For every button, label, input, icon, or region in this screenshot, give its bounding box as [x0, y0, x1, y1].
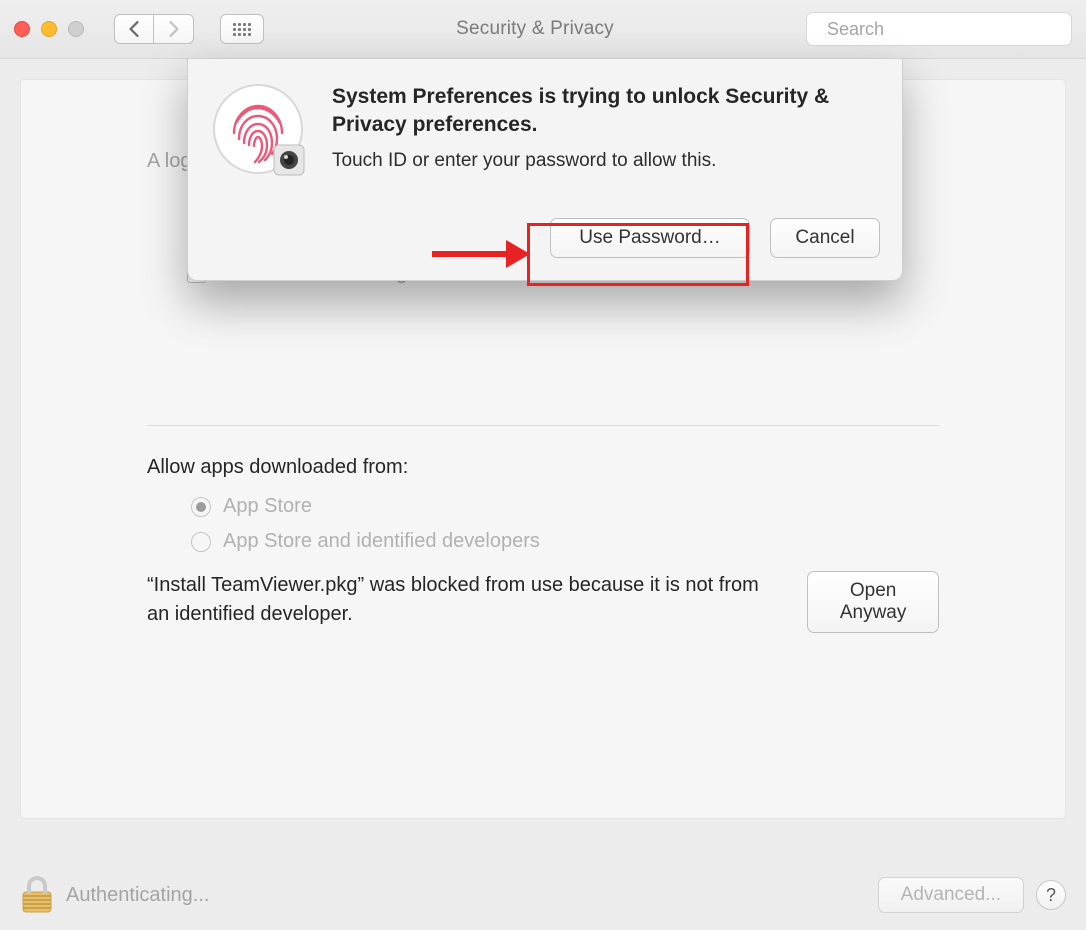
close-window-icon[interactable]: [14, 21, 30, 37]
auth-dialog-buttons: Use Password… Cancel: [332, 218, 880, 258]
footer-status: Authenticating...: [66, 884, 866, 907]
touch-id-icon: [212, 83, 308, 179]
radio-identified: [191, 532, 211, 552]
auth-dialog-heading: System Preferences is trying to unlock S…: [332, 83, 880, 140]
nav-buttons: [114, 14, 194, 44]
radio-identified-label: App Store and identified developers: [223, 530, 540, 553]
cancel-button[interactable]: Cancel: [770, 218, 880, 258]
auth-dialog-subtext: Touch ID or enter your password to allow…: [332, 150, 880, 172]
radio-app-store-label: App Store: [223, 495, 312, 518]
allow-apps-section: Allow apps downloaded from: App Store Ap…: [147, 456, 939, 633]
allow-option-identified: App Store and identified developers: [147, 530, 939, 553]
auth-dialog-body: System Preferences is trying to unlock S…: [332, 83, 880, 258]
advanced-button: Advanced...: [878, 877, 1024, 913]
window-controls: [14, 21, 84, 37]
blocked-app-row: “Install TeamViewer.pkg” was blocked fro…: [147, 571, 939, 633]
allow-option-app-store: App Store: [147, 495, 939, 518]
grid-icon: [233, 23, 251, 36]
search-field[interactable]: [806, 12, 1072, 46]
chevron-left-icon: [128, 21, 140, 37]
search-input[interactable]: [825, 18, 1061, 41]
login-password-label-fragment: A log: [147, 150, 191, 173]
show-all-button[interactable]: [220, 14, 264, 44]
minimize-window-icon[interactable]: [41, 21, 57, 37]
allow-apps-heading: Allow apps downloaded from:: [147, 456, 939, 479]
system-preferences-window: Security & Privacy A log s ✓ Disable aut…: [0, 0, 1086, 930]
window-title: Security & Privacy: [276, 18, 794, 40]
radio-app-store: [191, 497, 211, 517]
forward-button[interactable]: [154, 14, 194, 44]
chevron-right-icon: [168, 21, 180, 37]
auth-dialog: System Preferences is trying to unlock S…: [187, 59, 903, 281]
back-button[interactable]: [114, 14, 154, 44]
toolbar: Security & Privacy: [0, 0, 1086, 59]
lock-icon[interactable]: [20, 876, 54, 914]
blocked-app-text: “Install TeamViewer.pkg” was blocked fro…: [147, 571, 777, 629]
footer: Authenticating... Advanced... ?: [20, 876, 1066, 914]
help-button[interactable]: ?: [1036, 880, 1066, 910]
maximize-window-icon: [68, 21, 84, 37]
open-anyway-button[interactable]: Open Anyway: [807, 571, 939, 633]
use-password-button[interactable]: Use Password…: [550, 218, 750, 258]
divider: [147, 425, 939, 426]
auth-dialog-icon-wrap: [210, 83, 310, 258]
